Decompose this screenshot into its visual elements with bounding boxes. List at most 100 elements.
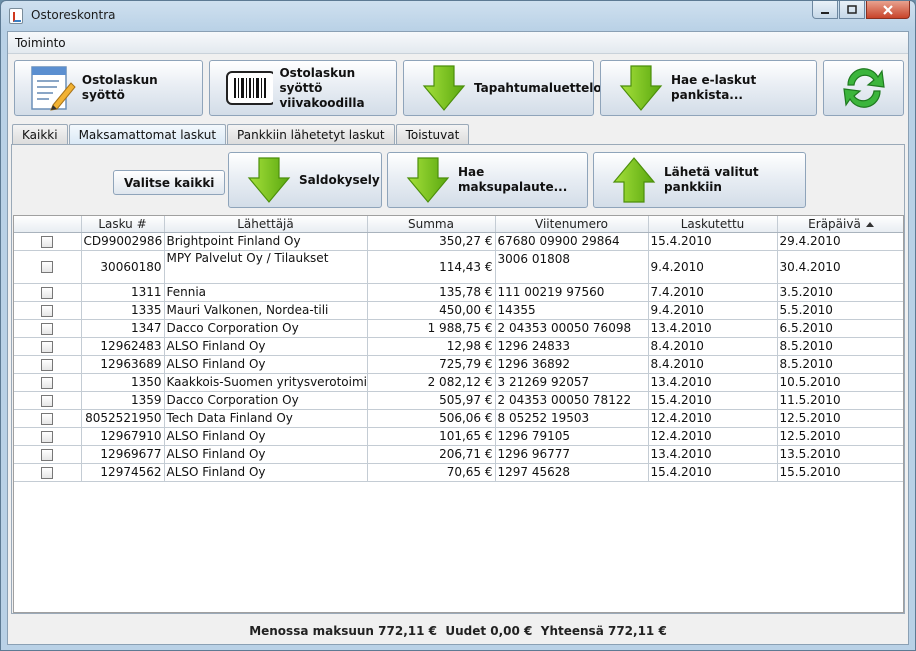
- row-checkbox[interactable]: [41, 286, 54, 299]
- row-checkbox[interactable]: [41, 466, 54, 479]
- cell-lasku: 1350: [81, 373, 165, 392]
- table-row[interactable]: 12963689 ALSO Finland Oy 725,79 € 1296 3…: [14, 355, 903, 374]
- send-selected-to-bank-button[interactable]: Lähetä valitut pankkiin: [593, 152, 806, 208]
- table-row[interactable]: 12967910 ALSO Finland Oy 101,65 € 1296 7…: [14, 427, 903, 446]
- menu-toiminto[interactable]: Toiminto: [15, 36, 66, 50]
- refresh-button[interactable]: [823, 60, 904, 116]
- row-checkbox[interactable]: [41, 261, 54, 273]
- cell-viitenumero: 1297 45628: [495, 463, 649, 482]
- row-checkbox[interactable]: [41, 304, 54, 317]
- cell-lahettaja: Kaakkois-Suomen yritysverotoimisto: [164, 373, 368, 392]
- col-header-select[interactable]: [14, 216, 82, 233]
- cell-erapaiva: 11.5.2010: [777, 391, 903, 410]
- row-select-cell[interactable]: [14, 337, 82, 356]
- cell-erapaiva: 8.5.2010: [777, 355, 903, 374]
- cell-lahettaja: Dacco Corporation Oy: [164, 391, 368, 410]
- cell-summa: 135,78 €: [367, 283, 496, 302]
- table-row[interactable]: 12962483 ALSO Finland Oy 12,98 € 1296 24…: [14, 337, 903, 356]
- close-button[interactable]: [866, 1, 910, 19]
- row-select-cell[interactable]: [14, 427, 82, 446]
- table-row[interactable]: 12974562 ALSO Finland Oy 70,65 € 1297 45…: [14, 463, 903, 482]
- tab-toistuvat[interactable]: Toistuvat: [395, 124, 470, 144]
- arrow-down-icon: [619, 64, 663, 112]
- cell-lasku: 1347: [81, 319, 165, 338]
- table-row[interactable]: 30060180 MPY Palvelut Oy / Tilaukset 114…: [14, 250, 903, 284]
- cell-laskutettu: 13.4.2010: [648, 319, 778, 338]
- invoice-table[interactable]: Lasku # Lähettäjä Summa Viitenumero Lask…: [13, 215, 904, 613]
- row-checkbox[interactable]: [41, 322, 54, 335]
- cell-lahettaja: Fennia: [164, 283, 368, 302]
- row-checkbox[interactable]: [41, 394, 54, 407]
- cell-lasku: 30060180: [81, 250, 165, 284]
- row-select-cell[interactable]: [14, 301, 82, 320]
- row-checkbox[interactable]: [41, 412, 54, 425]
- col-header-erapaiva[interactable]: Eräpäivä: [777, 216, 903, 233]
- row-select-cell[interactable]: [14, 409, 82, 428]
- row-checkbox[interactable]: [41, 235, 54, 248]
- row-select-cell[interactable]: [14, 463, 82, 482]
- select-all-button[interactable]: Valitse kaikki: [113, 170, 226, 195]
- tab-bar: Kaikki Maksamattomat laskut Pankkiin läh…: [12, 124, 470, 145]
- cell-lahettaja: Brightpoint Finland Oy: [164, 232, 368, 251]
- tab-pankkiin-lahetetyt-laskut[interactable]: Pankkiin lähetetyt laskut: [227, 124, 395, 144]
- content-area: Toiminto Ostolaskun syöttö Ostolaskun sy…: [7, 31, 909, 645]
- row-select-cell[interactable]: [14, 373, 82, 392]
- cell-lahettaja: ALSO Finland Oy: [164, 337, 368, 356]
- col-header-summa[interactable]: Summa: [367, 216, 496, 233]
- app-icon: [9, 8, 23, 24]
- row-select-cell[interactable]: [14, 250, 82, 284]
- title-bar[interactable]: Ostoreskontra: [1, 1, 915, 31]
- row-checkbox[interactable]: [41, 448, 54, 461]
- cell-laskutettu: 15.4.2010: [648, 463, 778, 482]
- cell-laskutettu: 13.4.2010: [648, 373, 778, 392]
- table-row[interactable]: 1335 Mauri Valkonen, Nordea-tili 450,00 …: [14, 301, 903, 320]
- maximize-button[interactable]: [839, 1, 865, 19]
- transaction-list-button[interactable]: Tapahtumaluettelo: [403, 60, 602, 116]
- row-checkbox[interactable]: [41, 430, 54, 443]
- row-checkbox[interactable]: [41, 376, 54, 389]
- purchase-invoice-entry-button[interactable]: Ostolaskun syöttö: [14, 60, 203, 116]
- table-row[interactable]: 1347 Dacco Corporation Oy 1 988,75 € 2 0…: [14, 319, 903, 338]
- cell-lasku: 12962483: [81, 337, 165, 356]
- minimize-button[interactable]: [812, 1, 838, 19]
- erapaiva-header-label: Eräpäivä: [808, 216, 861, 231]
- tab-panel: Valitse kaikki Saldokysely Hae maksupala…: [11, 144, 905, 614]
- table-row[interactable]: 1350 Kaakkois-Suomen yritysverotoimisto …: [14, 373, 903, 392]
- arrow-up-icon: [612, 156, 656, 204]
- cell-erapaiva: 12.5.2010: [777, 427, 903, 446]
- col-header-lasku[interactable]: Lasku #: [81, 216, 165, 233]
- balance-inquiry-button[interactable]: Saldokysely: [228, 152, 382, 208]
- arrow-down-icon: [247, 156, 291, 204]
- row-select-cell[interactable]: [14, 283, 82, 302]
- col-header-lahettaja[interactable]: Lähettäjä: [164, 216, 368, 233]
- cell-summa: 206,71 €: [367, 445, 496, 464]
- cell-summa: 2 082,12 €: [367, 373, 496, 392]
- barcode-label-line1: Ostolaskun syöttö: [279, 65, 356, 95]
- cell-summa: 725,79 €: [367, 355, 496, 374]
- row-checkbox[interactable]: [41, 358, 54, 371]
- barcode-invoice-entry-button[interactable]: Ostolaskun syöttö viivakoodilla: [209, 60, 397, 116]
- cell-lasku: 1335: [81, 301, 165, 320]
- table-row[interactable]: 12969677 ALSO Finland Oy 206,71 € 1296 9…: [14, 445, 903, 464]
- application-window: Ostoreskontra Toiminto Ostolaskun syöttö…: [0, 0, 916, 651]
- col-header-laskutettu[interactable]: Laskutettu: [648, 216, 778, 233]
- fetch-payment-feedback-button[interactable]: Hae maksupalaute...: [387, 152, 588, 208]
- table-row[interactable]: 1311 Fennia 135,78 € 111 00219 97560 7.4…: [14, 283, 903, 302]
- row-select-cell[interactable]: [14, 445, 82, 464]
- tab-maksamattomat-laskut[interactable]: Maksamattomat laskut: [68, 124, 227, 145]
- tab-kaikki[interactable]: Kaikki: [12, 124, 68, 144]
- cell-lahettaja: ALSO Finland Oy: [164, 463, 368, 482]
- table-row[interactable]: 1359 Dacco Corporation Oy 505,97 € 2 043…: [14, 391, 903, 410]
- row-checkbox[interactable]: [41, 340, 54, 353]
- col-header-viitenumero[interactable]: Viitenumero: [495, 216, 649, 233]
- table-row[interactable]: CD99002986 Brightpoint Finland Oy 350,27…: [14, 232, 903, 251]
- row-select-cell[interactable]: [14, 232, 82, 251]
- table-row[interactable]: 8052521950 Tech Data Finland Oy 506,06 €…: [14, 409, 903, 428]
- row-select-cell[interactable]: [14, 319, 82, 338]
- row-select-cell[interactable]: [14, 355, 82, 374]
- row-select-cell[interactable]: [14, 391, 82, 410]
- fetch-e-invoices-button[interactable]: Hae e-laskut pankista...: [600, 60, 817, 116]
- balance-inquiry-label: Saldokysely: [299, 172, 380, 187]
- cell-laskutettu: 12.4.2010: [648, 427, 778, 446]
- cell-summa: 12,98 €: [367, 337, 496, 356]
